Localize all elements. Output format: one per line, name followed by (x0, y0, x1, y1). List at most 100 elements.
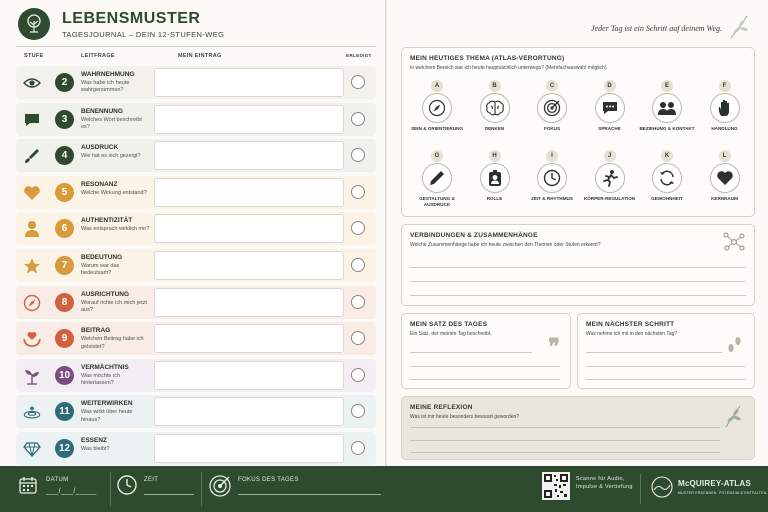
step-name: BENENNUNG (81, 107, 123, 115)
theme-letter: J (603, 150, 616, 162)
entry-field[interactable] (154, 104, 344, 134)
qr-code-icon[interactable] (542, 472, 570, 500)
heart-icon[interactable] (709, 163, 740, 193)
step-question: Was bleibt? (81, 446, 110, 452)
scan-text: Scanne für Audio, Impulse & Vertiefung (576, 476, 633, 490)
entry-field[interactable] (154, 360, 344, 390)
theme-letter: G (431, 150, 443, 162)
writing-line[interactable] (410, 352, 532, 353)
step-row: 8 AUSRICHTUNG Worauf richte ich mich jetzt… (16, 285, 376, 319)
people-icon[interactable] (652, 93, 682, 123)
step-question: Worauf richte ich mich jetzt aus? (81, 299, 147, 314)
theme-label: HANDLUNG (711, 126, 738, 131)
writing-line[interactable] (410, 452, 720, 453)
done-checkbox[interactable] (351, 367, 365, 382)
step-row: 4 AUSDRUCK Wie hat es sich gezeigt? (16, 139, 376, 173)
theme-label: SPRACHE (598, 126, 621, 131)
step-question: Was wirkt über heute hinaus? (81, 409, 133, 423)
reflexion-card: MEINE REFLEXION Was ist mir heute besond… (401, 396, 755, 460)
person-badge-icon[interactable] (479, 163, 510, 193)
step-question: Warum war das bedeutsam? (81, 263, 120, 277)
theme-label: FOKUS (543, 126, 561, 131)
writing-line[interactable] (586, 366, 746, 367)
tree-logo-icon (18, 8, 50, 40)
writing-line[interactable] (410, 379, 560, 380)
theme-letter: D (603, 80, 616, 92)
connections-subtitle: Welche Zusammenhänge habe ich heute zwis… (410, 242, 601, 248)
writing-line[interactable] (410, 366, 560, 367)
step-question: Welches Wort beschreibt es? (81, 116, 142, 131)
step-number-badge: 11 (55, 402, 74, 422)
speech-bubble-icon[interactable] (594, 93, 625, 123)
writing-line[interactable] (410, 267, 746, 268)
running-icon[interactable] (594, 163, 625, 193)
theme-letter: I (546, 150, 558, 162)
satz-title: MEIN SATZ DES TAGES (410, 321, 488, 328)
entry-field[interactable] (154, 214, 344, 244)
hand-icon[interactable] (709, 93, 740, 123)
datum-label: DATUM (46, 477, 69, 483)
theme-card-title: MEIN HEUTIGES THEMA (ATLAS-VERORTUNG) (410, 55, 565, 62)
entry-field[interactable] (154, 251, 344, 280)
zeit-label: ZEIT (144, 477, 159, 483)
zeit-field[interactable] (144, 494, 194, 495)
brain-icon[interactable] (479, 93, 510, 123)
done-checkbox[interactable] (351, 75, 365, 89)
clock-icon (117, 475, 137, 495)
writing-line[interactable] (410, 440, 720, 441)
entry-field[interactable] (154, 434, 344, 463)
done-checkbox[interactable] (351, 441, 365, 455)
footprints-icon (728, 337, 741, 352)
step-number-badge: 7 (55, 256, 74, 275)
done-checkbox[interactable] (351, 294, 365, 309)
entry-field[interactable] (154, 141, 344, 171)
cycle-icon[interactable] (652, 163, 682, 193)
done-checkbox[interactable] (351, 184, 365, 199)
ripple-icon (23, 403, 41, 421)
done-checkbox[interactable] (351, 111, 365, 126)
entry-field[interactable] (154, 177, 344, 207)
entry-field[interactable] (154, 397, 344, 427)
done-checkbox[interactable] (351, 404, 365, 419)
done-checkbox[interactable] (351, 331, 365, 346)
compass-icon[interactable] (422, 93, 452, 123)
step-name: ESSENZ (81, 437, 108, 444)
step-name: VERMÄCHTNIS (81, 363, 129, 371)
done-checkbox[interactable] (351, 258, 365, 272)
entry-field[interactable] (154, 68, 344, 97)
done-checkbox[interactable] (351, 221, 365, 236)
theme-label: GESTALTUNG & AUSDRUCK (419, 196, 455, 207)
person-icon (23, 220, 41, 238)
leaf-icon (725, 405, 741, 428)
fokus-field[interactable] (238, 494, 381, 495)
writing-line[interactable] (410, 281, 746, 282)
writing-line[interactable] (410, 427, 720, 428)
entry-field[interactable] (154, 324, 344, 354)
pencil-icon[interactable] (422, 163, 452, 193)
entry-field[interactable] (154, 287, 344, 317)
writing-line[interactable] (586, 379, 746, 380)
brand-name: McQUIREY-ATLAS (678, 479, 751, 488)
theme-letter: K (661, 150, 673, 162)
target-icon[interactable] (537, 93, 567, 123)
step-number-badge: 9 (55, 329, 74, 349)
brand-tagline: MUSTER ERKENNEN. POTENZIALE ENTFALTEN. (678, 491, 768, 495)
step-number-badge: 8 (55, 292, 74, 312)
speech-bubble-icon (23, 111, 41, 129)
schritt-card: MEIN NÄCHSTER SCHRITT Was nehme ich mit … (577, 313, 755, 389)
step-row: 12 ESSENZ Was bleibt? (16, 432, 376, 465)
step-number-badge: 5 (55, 182, 74, 202)
brush-icon (23, 147, 41, 165)
theme-card-subtitle: In welchem Bereich war ich heute hauptsä… (410, 65, 607, 71)
step-number-badge: 4 (55, 146, 74, 166)
writing-line[interactable] (410, 295, 746, 296)
done-checkbox[interactable] (351, 148, 365, 163)
step-name: AUSRICHTUNG (81, 290, 130, 298)
writing-line[interactable] (586, 352, 722, 353)
step-number-badge: 2 (55, 73, 74, 92)
brand-logo-icon (651, 476, 673, 498)
theme-letter: A (431, 80, 443, 92)
step-row: 5 RESONANZ Welche Wirkung entstand? (16, 175, 376, 209)
clock-icon[interactable] (537, 163, 567, 193)
datum-field[interactable]: ___/___/_____ (46, 488, 97, 495)
